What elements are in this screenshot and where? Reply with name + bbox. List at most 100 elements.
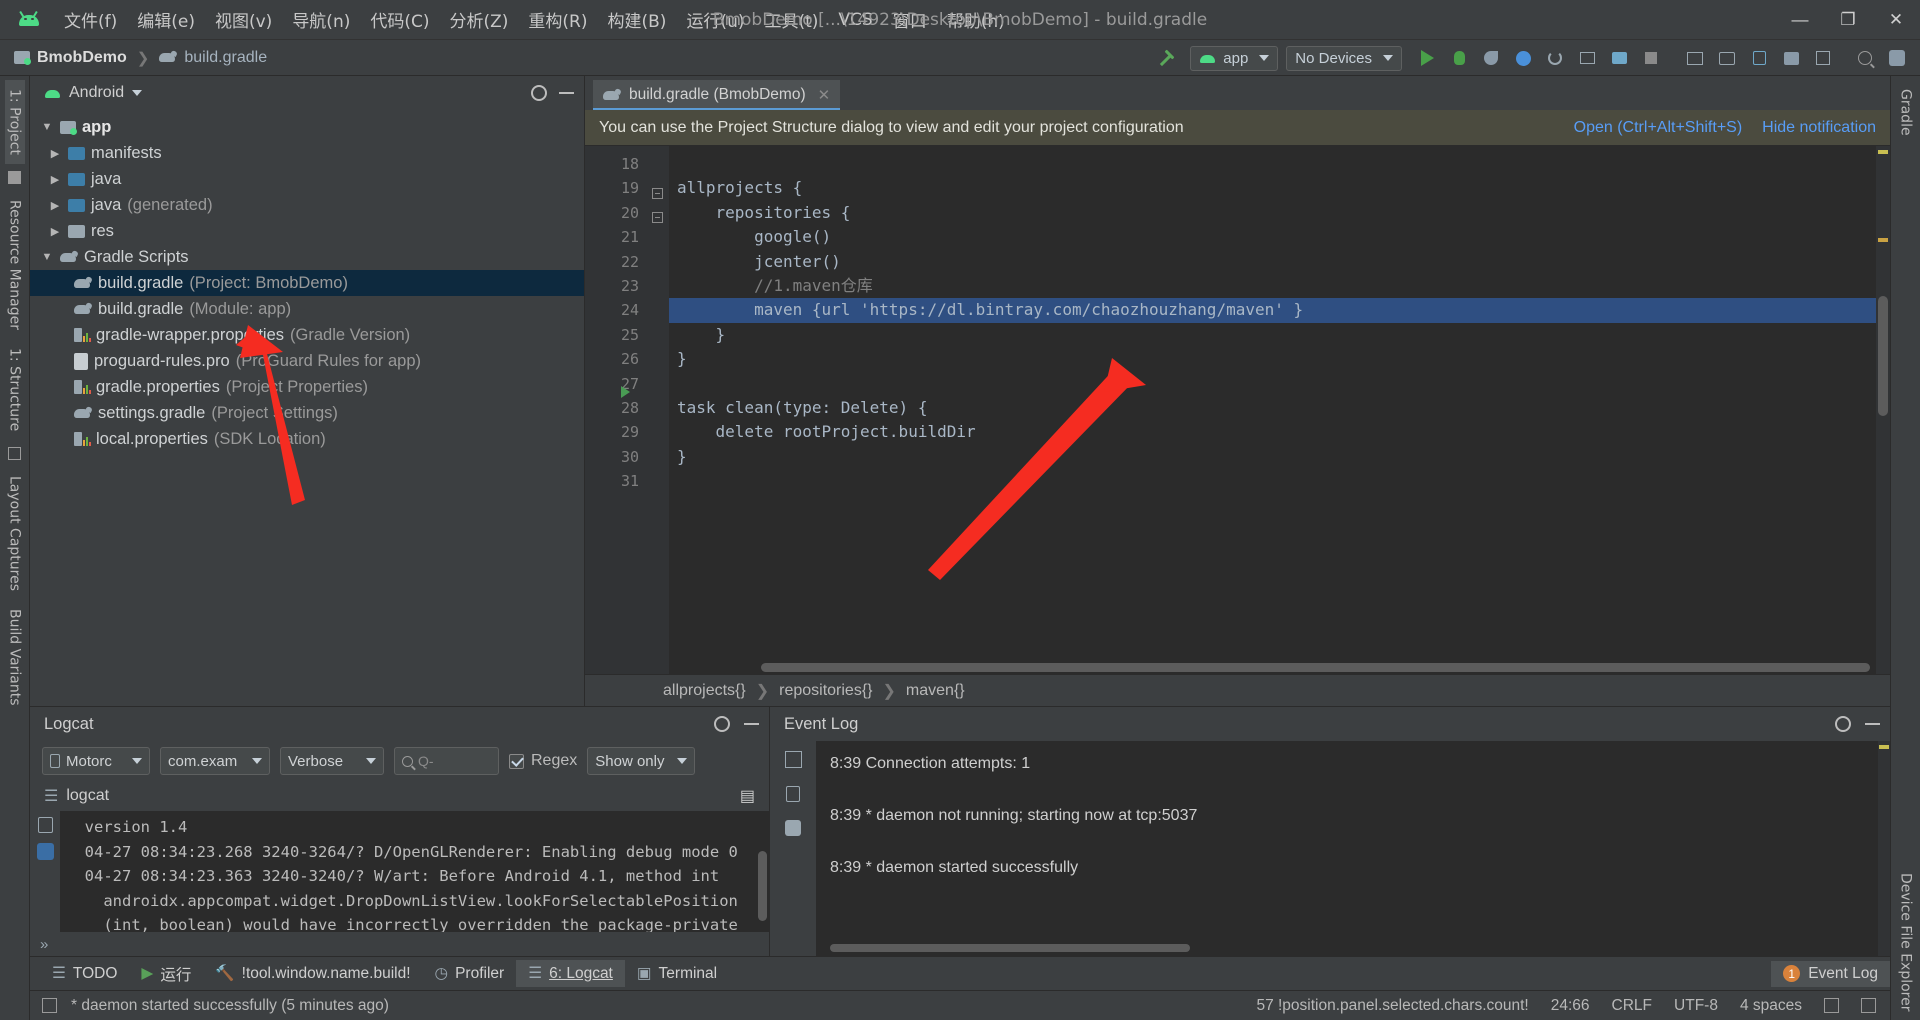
sdk-manager-icon[interactable] <box>1604 43 1634 73</box>
notifications-icon[interactable] <box>1861 998 1876 1013</box>
trash-icon[interactable] <box>786 786 800 802</box>
expand-arrow-icon[interactable]: ▶ <box>48 225 62 238</box>
status-indent[interactable]: 4 spaces <box>1740 997 1802 1015</box>
minimize-panel-icon[interactable] <box>1865 723 1880 725</box>
editor-tab-build-gradle[interactable]: build.gradle (BmobDemo) ✕ <box>593 80 840 110</box>
process-combo[interactable]: com.exam <box>160 747 270 775</box>
warning-stripe-marker[interactable] <box>1878 150 1888 154</box>
horizontal-scrollbar[interactable] <box>761 663 1870 672</box>
logcat-output[interactable]: version 1.4 04-27 08:34:23.268 3240-3264… <box>60 811 769 932</box>
user-avatar[interactable] <box>1882 43 1912 73</box>
regex-checkbox[interactable]: Regex <box>509 752 577 770</box>
expand-arrow-icon[interactable]: ▼ <box>40 251 54 263</box>
open-project-structure-link[interactable]: Open (Ctrl+Alt+Shift+S) <box>1574 119 1743 137</box>
close-icon[interactable]: ✕ <box>818 86 831 104</box>
menu-file[interactable]: 文件(f) <box>54 3 127 36</box>
menu-window[interactable]: 窗口 <box>883 3 937 36</box>
breadcrumb-file[interactable]: build.gradle <box>184 49 267 67</box>
wrench-icon[interactable] <box>785 820 801 836</box>
tree-row-java-generated[interactable]: ▶ java (generated) <box>30 192 584 218</box>
tree-row-build-gradle-project[interactable]: build.gradle (Project: BmobDemo) <box>30 270 584 296</box>
tree-row-java[interactable]: ▶ java <box>30 166 584 192</box>
tool-window-todo[interactable]: ☰ TODO <box>40 960 129 987</box>
minimize-button[interactable]: — <box>1776 0 1824 40</box>
device-combo[interactable]: Motorc <box>42 747 150 775</box>
debug-button[interactable] <box>1444 43 1474 73</box>
build-hammer-icon[interactable] <box>1152 43 1182 73</box>
expand-arrow-icon[interactable]: ▶ <box>48 173 62 186</box>
menu-help[interactable]: 帮助(h) <box>937 3 1015 36</box>
attach-debugger-icon[interactable] <box>1476 43 1506 73</box>
layout-inspector-icon[interactable] <box>1712 43 1742 73</box>
tree-row-settings-gradle[interactable]: settings.gradle (Project Settings) <box>30 400 584 426</box>
tool-window-profiler[interactable]: ◷ Profiler <box>423 960 517 987</box>
close-button[interactable]: ✕ <box>1872 0 1920 40</box>
event-log-entries[interactable]: 8:39 Connection attempts: 1 8:39 * daemo… <box>816 741 1890 956</box>
menu-navigate[interactable]: 导航(n) <box>282 3 360 36</box>
fold-marker-icon[interactable] <box>652 188 663 199</box>
menu-build[interactable]: 构建(B) <box>598 3 677 36</box>
filter-combo[interactable]: Show only <box>587 747 695 775</box>
tool-window-build[interactable]: 🔨 !tool.window.name.build! <box>203 960 422 987</box>
expand-arrow-icon[interactable]: ▼ <box>40 121 54 133</box>
error-stripe[interactable] <box>1876 146 1890 674</box>
tool-window-run[interactable]: ▶ 运行 <box>129 959 203 989</box>
breadcrumb-project[interactable]: BmobDemo <box>37 49 127 67</box>
menu-edit[interactable]: 编辑(e) <box>127 3 205 36</box>
rail-item-resource-manager[interactable]: Resource Manager <box>5 191 25 339</box>
tree-row-gradle-scripts[interactable]: ▼ Gradle Scripts <box>30 244 584 270</box>
device-selector[interactable]: No Devices <box>1286 46 1402 71</box>
log-level-combo[interactable]: Verbose <box>280 747 384 775</box>
gear-icon[interactable] <box>714 716 730 732</box>
status-line-separator[interactable]: CRLF <box>1612 997 1652 1015</box>
profiler-icon[interactable] <box>1508 43 1538 73</box>
event-log-hscrollbar[interactable] <box>830 944 1190 952</box>
scroll-to-end-icon[interactable] <box>37 843 54 860</box>
gear-icon[interactable] <box>531 85 547 101</box>
menu-view[interactable]: 视图(v) <box>205 3 282 36</box>
soft-wrap-icon[interactable]: ▤ <box>740 786 769 806</box>
chevron-down-icon[interactable] <box>132 90 142 96</box>
tool-window-terminal[interactable]: ▣ Terminal <box>625 960 729 987</box>
stop-button[interactable] <box>1636 43 1666 73</box>
rail-item-project[interactable]: 1: Project <box>5 80 25 164</box>
tree-row-app[interactable]: ▼ app <box>30 114 584 140</box>
sync-gradle-icon[interactable] <box>1540 43 1570 73</box>
fold-marker-icon[interactable] <box>652 212 663 223</box>
tree-row-res[interactable]: ▶ res <box>30 218 584 244</box>
tree-row-gradle-wrapper-properties[interactable]: gradle-wrapper.properties (Gradle Versio… <box>30 322 584 348</box>
menu-analyze[interactable]: 分析(Z) <box>440 3 519 36</box>
rail-item-device-file-explorer[interactable]: Device File Explorer <box>1896 864 1916 1020</box>
module-selector[interactable]: app <box>1190 46 1278 71</box>
logcat-search-input[interactable]: Q- <box>394 747 499 775</box>
clear-logcat-icon[interactable] <box>38 817 53 833</box>
breadcrumb-repositories[interactable]: repositories{} <box>779 682 872 700</box>
breadcrumb-allprojects[interactable]: allprojects{} <box>663 682 746 700</box>
status-toggle-icon[interactable] <box>42 998 57 1013</box>
logcat-subtab[interactable]: ☰ logcat ▤ <box>30 781 769 811</box>
expand-arrow-icon[interactable]: ▶ <box>48 199 62 212</box>
rail-item-layout-captures[interactable]: Layout Captures <box>5 467 25 600</box>
tree-row-build-gradle-module[interactable]: build.gradle (Module: app) <box>30 296 584 322</box>
warning-stripe-marker[interactable] <box>1878 238 1888 242</box>
menu-run[interactable]: 运行(u) <box>676 3 754 36</box>
search-everywhere-icon[interactable] <box>1850 43 1880 73</box>
logcat-expand-row[interactable]: » <box>30 932 769 956</box>
menu-code[interactable]: 代码(C) <box>360 3 439 36</box>
rail-item-gradle[interactable]: Gradle <box>1896 80 1916 145</box>
code-lines[interactable]: allprojects { repositories { google() jc… <box>669 146 1890 674</box>
rail-item-structure[interactable]: 1: Structure <box>5 339 25 440</box>
menu-refactor[interactable]: 重构(R) <box>518 3 597 36</box>
breadcrumb-maven[interactable]: maven{} <box>906 682 965 700</box>
tree-row-local-properties[interactable]: local.properties (SDK Location) <box>30 426 584 452</box>
fold-gutter[interactable] <box>647 146 669 674</box>
tree-row-manifests[interactable]: ▶ manifests <box>30 140 584 166</box>
rail-item-build-variants[interactable]: Build Variants <box>5 600 25 715</box>
maximize-button[interactable]: ❐ <box>1824 0 1872 40</box>
minimize-panel-icon[interactable] <box>559 92 574 94</box>
minimize-panel-icon[interactable] <box>744 723 759 725</box>
gear-icon[interactable] <box>1835 716 1851 732</box>
layout-editor-icon[interactable] <box>1680 43 1710 73</box>
status-encoding[interactable]: UTF-8 <box>1674 997 1718 1015</box>
hide-notification-link[interactable]: Hide notification <box>1762 119 1876 137</box>
